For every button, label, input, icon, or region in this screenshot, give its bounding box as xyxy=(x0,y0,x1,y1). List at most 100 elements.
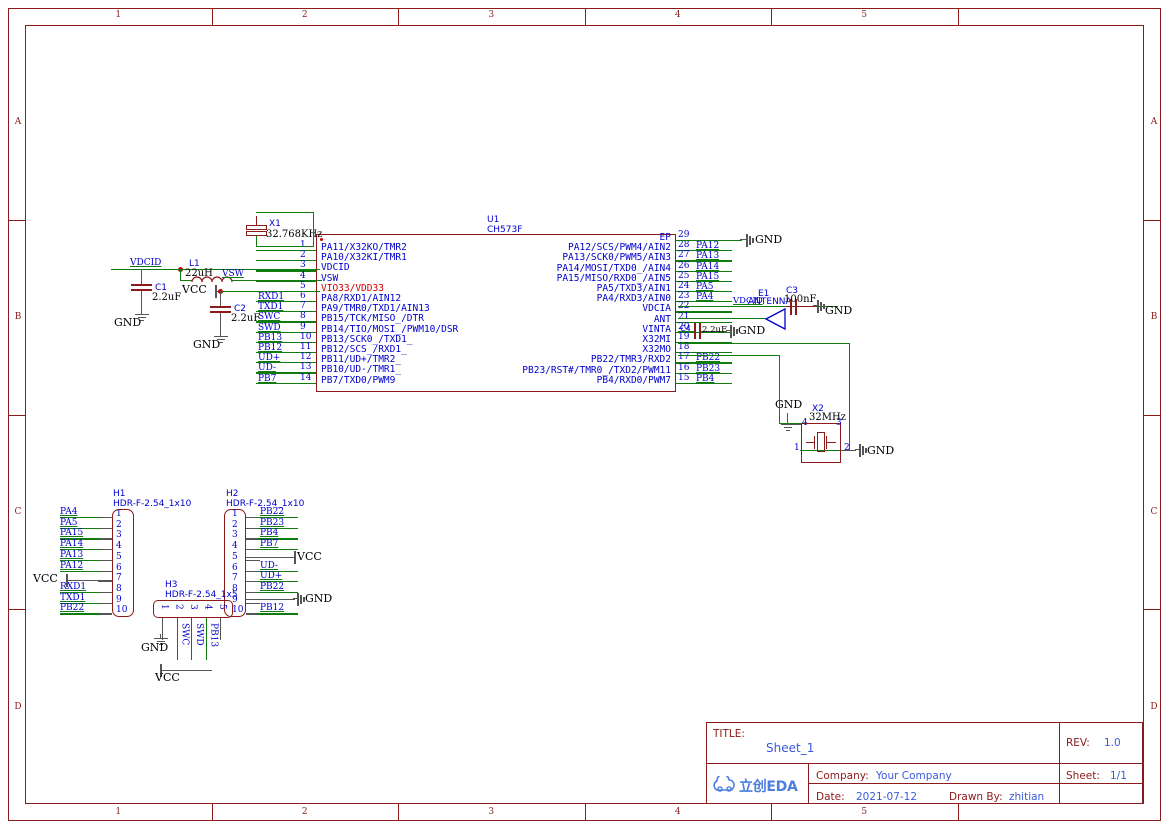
u1-left-net-label: SWD xyxy=(258,323,281,333)
u1-left-net-label: RXD1 xyxy=(258,292,284,302)
header-pin-wire xyxy=(98,528,112,529)
ruler-row-label: C xyxy=(1148,506,1160,518)
h3-pin-wire xyxy=(191,618,192,660)
c2-value: 2.2uF xyxy=(231,313,260,325)
ruler-tick xyxy=(8,220,25,221)
header-pin-number: 7 xyxy=(116,574,122,583)
ruler-row-label: B xyxy=(1148,311,1160,323)
u1-right-net-label: PA12 xyxy=(696,241,719,251)
h2-gnd-flag-label: GND xyxy=(305,593,332,605)
header-net-label: PB7 xyxy=(260,539,278,549)
header-pin-wire xyxy=(246,560,260,561)
u1-right-net-label: PA5 xyxy=(696,282,713,292)
x2-pin-3: 3 xyxy=(836,419,842,428)
u1-right-net-label: PB4 xyxy=(696,374,714,384)
h3-pin-wire xyxy=(220,618,221,640)
header-net-wire xyxy=(258,592,298,593)
ruler-column-label: 5 xyxy=(771,806,958,818)
gnd-label-c1: GND xyxy=(114,317,141,329)
header-pin-wire xyxy=(246,603,260,604)
u1-left-pin-number: 10 xyxy=(300,333,311,342)
u1-left-net-label: UD+ xyxy=(258,353,280,363)
header-pin-number: 1 xyxy=(232,510,238,519)
header-net-label: RXD1 xyxy=(60,582,86,592)
header-pin-number: 6 xyxy=(232,564,238,573)
x1-wire-bottom-h xyxy=(256,246,314,247)
wire-x2-pin2-gnd xyxy=(841,450,856,451)
x2-crystal-body xyxy=(817,432,825,452)
gnd-label-c4: GND xyxy=(738,325,765,337)
header-net-label: PB22 xyxy=(260,507,284,517)
u1-right-pin-number: 15 xyxy=(678,374,689,383)
ruler-tick xyxy=(1144,220,1161,221)
h2-vcc-flag-wire xyxy=(246,557,295,558)
gnd-label-x2-left: GND xyxy=(775,399,802,411)
c3-value: 100nF xyxy=(784,294,816,306)
header-net-label: PB4 xyxy=(260,528,278,538)
ruler-column-label: 1 xyxy=(25,806,212,818)
c1-value: 2.2uF xyxy=(152,292,181,304)
x1-wire-to-pin1 xyxy=(313,212,314,246)
header-pin-number: 10 xyxy=(232,606,243,615)
sheet-frame-inner xyxy=(25,25,1144,804)
ruler-row-label: A xyxy=(12,116,24,128)
ruler-column-label: 2 xyxy=(212,806,399,818)
header-pin-number: 4 xyxy=(116,542,122,551)
header-pin-number: 8 xyxy=(116,585,122,594)
title-block-rev-divider xyxy=(1059,783,1143,784)
header-net-wire xyxy=(60,613,100,614)
c4-refdes: C4 xyxy=(680,324,691,334)
h3-pin-number: 2 xyxy=(174,604,183,610)
sheet-label: Sheet: xyxy=(1066,770,1100,782)
title-label: TITLE: xyxy=(713,728,745,740)
header-pin-number: 1 xyxy=(116,510,122,519)
u1-right-pin-number: 16 xyxy=(678,364,689,373)
u1-right-net-label: PA4 xyxy=(696,292,713,302)
ruler-column-label: 4 xyxy=(585,806,772,818)
e1-antenna-symbol xyxy=(765,307,789,331)
u1-left-pin-label: PB15/TCK/MISO_/DTR xyxy=(321,314,424,324)
ruler-tick xyxy=(958,8,959,25)
h3-net-label: PB13 xyxy=(209,623,219,647)
drawn-by-label: Drawn By: xyxy=(949,791,1003,803)
wire-x32mo-h xyxy=(678,355,780,356)
x2-pin-4: 4 xyxy=(802,419,808,428)
u1-left-net-label: SWC xyxy=(258,312,280,322)
u1-left-pin-wire xyxy=(256,260,316,261)
header-net-label: TXD1 xyxy=(60,593,85,603)
u1-right-net-label: PA13 xyxy=(696,251,719,261)
header-pin-wire xyxy=(98,517,112,518)
u1-left-pin-number: 2 xyxy=(300,251,306,260)
header-net-label: UD+ xyxy=(260,571,282,581)
u1-right-net-label: PA15 xyxy=(696,272,719,282)
h1-vcc-flag-label: VCC xyxy=(33,573,58,585)
u1-right-pin-number: 24 xyxy=(678,282,689,291)
header-pin-number: 2 xyxy=(232,521,238,530)
header-pin-number: 5 xyxy=(116,553,122,562)
c1-lead-top xyxy=(141,269,142,284)
u1-left-pin-number: 13 xyxy=(300,363,311,372)
title-block-company-divider xyxy=(808,783,1059,784)
ruler-column-label: 5 xyxy=(771,9,958,21)
h3-vcc-flag-label: VCC xyxy=(155,672,180,684)
header-net-label: PA5 xyxy=(60,518,77,528)
h3-pin-wire xyxy=(206,618,207,660)
u1-left-net-label: PB7 xyxy=(258,374,276,384)
u1-left-pin-number: 7 xyxy=(300,302,306,311)
h3-pin-number: 1 xyxy=(159,604,168,610)
header-pin-wire xyxy=(98,560,112,561)
u1-left-pin-number: 6 xyxy=(300,292,306,301)
header-pin-number: 2 xyxy=(116,521,122,530)
u1-left-pin-label: PB7/TXD0/PWM9 xyxy=(321,376,395,386)
wire-vdcid-h xyxy=(111,269,181,270)
u1-right-pin-number: 19 xyxy=(678,333,689,342)
wire-vsw xyxy=(232,280,322,281)
header-pin-wire xyxy=(98,592,112,593)
schematic-sheet: 12345 12345 ABCD ABCD U1 CH573F 1PA11/X3… xyxy=(0,0,1169,829)
u1-left-pin-label: VDCID xyxy=(321,263,350,273)
c1-plate-top xyxy=(131,284,152,286)
h2-vcc-flag-bar xyxy=(294,551,296,564)
header-pin-number: 10 xyxy=(116,606,127,615)
ruler-row-label: C xyxy=(12,506,24,518)
c2-lead-bottom xyxy=(220,313,221,333)
